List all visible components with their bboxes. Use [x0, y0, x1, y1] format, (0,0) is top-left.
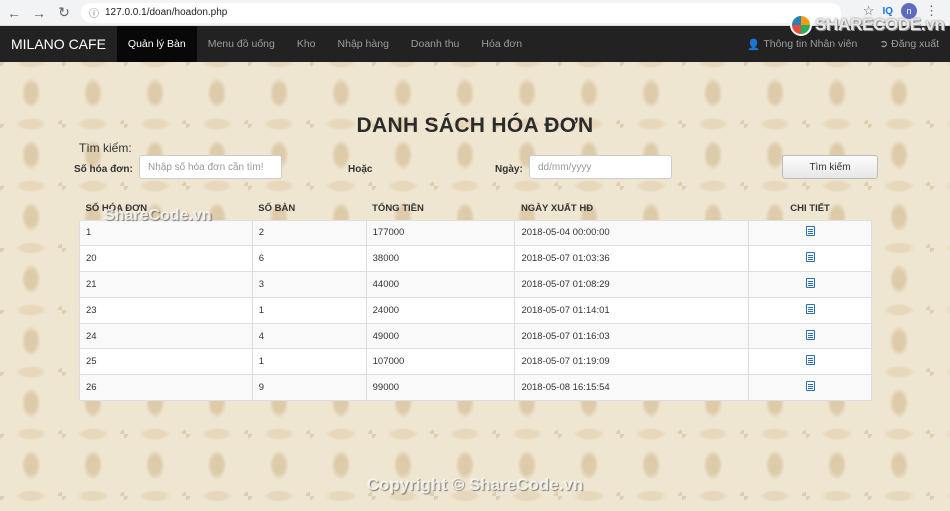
- main-content: DANH SÁCH HÓA ĐƠN Tìm kiếm: Số hóa đơn: …: [0, 62, 950, 511]
- detail-list-icon[interactable]: [805, 303, 815, 314]
- sharecode-logo-icon: [790, 14, 812, 36]
- cell-detail: [748, 219, 872, 247]
- cell-detail: [748, 322, 872, 350]
- search-button[interactable]: Tìm kiếm: [782, 155, 878, 179]
- header-detail: CHI TIẾT: [790, 203, 830, 215]
- reload-icon[interactable]: ↻: [53, 2, 75, 24]
- cell-issue-date: 2018-05-07 01:08:29: [514, 271, 750, 298]
- cell-issue-date: 2018-05-07 01:14:01: [514, 296, 750, 324]
- cell-detail: [748, 348, 872, 376]
- cell-table-number: 1: [251, 296, 367, 324]
- table-row: 21 3 44000 2018-05-07 01:08:29: [79, 271, 872, 298]
- nav-table-management[interactable]: Quản lý Bàn: [116, 26, 197, 62]
- cell-table-number: 9: [251, 374, 367, 402]
- detail-list-icon[interactable]: [805, 381, 815, 392]
- date-label: Ngày:: [495, 164, 523, 175]
- cell-table-number: 3: [251, 271, 367, 298]
- copyright-watermark: Copyright © ShareCode.vn: [366, 475, 584, 494]
- detail-list-icon[interactable]: [805, 226, 815, 237]
- user-icon: 👤: [747, 38, 761, 51]
- nav-drink-menu[interactable]: Menu đồ uống: [197, 26, 286, 62]
- page-title: DANH SÁCH HÓA ĐƠN: [356, 114, 594, 137]
- logout-label: Đăng xuất: [891, 38, 939, 50]
- header-table-number: SỐ BÀN: [258, 203, 296, 215]
- invoice-number-label: Số hóa đơn:: [74, 164, 133, 175]
- header-issue-date: NGÀY XUẤT HĐ: [520, 203, 594, 215]
- cell-table-number: 2: [251, 219, 367, 247]
- header-total: TỔNG TIỀN: [372, 203, 424, 215]
- address-bar[interactable]: ⓘ 127.0.0.1/doan/hoadon.php: [81, 2, 841, 23]
- brand-logo[interactable]: MILANO CAFE: [0, 26, 117, 62]
- cell-invoice-number: 25: [79, 348, 253, 376]
- cell-total: 44000: [365, 271, 516, 298]
- detail-list-icon[interactable]: [805, 277, 815, 288]
- site-info-icon[interactable]: ⓘ: [89, 5, 99, 20]
- date-input[interactable]: [529, 155, 672, 179]
- search-heading: Tìm kiếm:: [79, 141, 132, 155]
- forward-icon[interactable]: →: [28, 2, 50, 24]
- cell-table-number: 1: [251, 348, 367, 376]
- detail-list-icon[interactable]: [805, 252, 815, 263]
- cell-table-number: 4: [251, 322, 367, 350]
- table-row: 25 1 107000 2018-05-07 01:19:09: [79, 348, 872, 376]
- invoice-table: SỐ HÓA ĐƠN SỐ BÀN TỔNG TIỀN NGÀY XUẤT HĐ…: [79, 198, 872, 402]
- cell-total: 24000: [365, 296, 516, 324]
- cell-table-number: 6: [251, 245, 367, 273]
- cell-issue-date: 2018-05-08 16:15:54: [514, 374, 750, 402]
- cell-total: 49000: [365, 322, 516, 350]
- sharecode-watermark-text: ShareCode.vn: [104, 207, 212, 224]
- cell-invoice-number: 21: [79, 271, 253, 298]
- sharecode-logo-text: SHARECODE.vn: [815, 15, 945, 34]
- invoice-number-input[interactable]: [139, 155, 282, 179]
- or-label: Hoặc: [348, 164, 373, 175]
- cell-detail: [748, 296, 872, 324]
- cell-total: 38000: [365, 245, 516, 273]
- cell-invoice-number: 23: [79, 296, 253, 324]
- nav-import-goods[interactable]: Nhập hàng: [327, 26, 400, 62]
- cell-issue-date: 2018-05-07 01:19:09: [514, 348, 750, 376]
- cell-detail: [748, 245, 872, 273]
- detail-list-icon[interactable]: [805, 355, 815, 366]
- table-row: 20 6 38000 2018-05-07 01:03:36: [79, 245, 872, 273]
- staff-info-label: Thông tin Nhân viên: [763, 38, 858, 50]
- cell-invoice-number: 20: [79, 245, 253, 273]
- cell-total: 99000: [365, 374, 516, 402]
- sharecode-watermark-logo: SHARECODE.vn: [790, 14, 945, 36]
- cell-detail: [748, 271, 872, 298]
- table-row: 23 1 24000 2018-05-07 01:14:01: [79, 296, 872, 324]
- detail-list-icon[interactable]: [805, 329, 815, 340]
- cell-total: 177000: [365, 219, 516, 247]
- nav-invoices[interactable]: Hóa đơn: [470, 26, 533, 62]
- cell-issue-date: 2018-05-04 00:00:00: [514, 219, 750, 247]
- logout-icon: ➲: [879, 38, 889, 50]
- cell-invoice-number: 26: [79, 374, 253, 402]
- cell-issue-date: 2018-05-07 01:03:36: [514, 245, 750, 273]
- cell-detail: [748, 374, 872, 402]
- table-row: 24 4 49000 2018-05-07 01:16:03: [79, 322, 872, 350]
- nav-warehouse[interactable]: Kho: [286, 26, 327, 62]
- table-row: 26 9 99000 2018-05-08 16:15:54: [79, 374, 872, 402]
- cell-total: 107000: [365, 348, 516, 376]
- cell-issue-date: 2018-05-07 01:16:03: [514, 322, 750, 350]
- back-icon[interactable]: ←: [3, 2, 25, 24]
- cell-invoice-number: 24: [79, 322, 253, 350]
- nav-revenue[interactable]: Doanh thu: [400, 26, 470, 62]
- address-url: 127.0.0.1/doan/hoadon.php: [105, 7, 228, 18]
